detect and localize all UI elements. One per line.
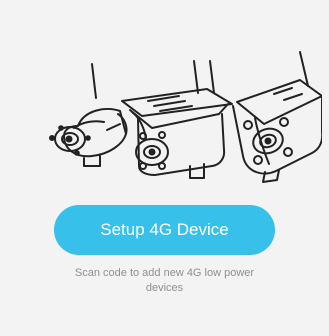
middle-camera-icon — [121, 60, 233, 179]
right-camera-icon — [232, 51, 322, 183]
setup-card: Setup 4G Device Scan code to add new 4G … — [0, 0, 329, 336]
setup-4g-device-button[interactable]: Setup 4G Device — [54, 205, 275, 255]
camera-illustration — [49, 51, 322, 183]
scan-code-hint: Scan code to add new 4G low power device… — [74, 267, 255, 294]
left-camera-icon — [49, 63, 128, 167]
